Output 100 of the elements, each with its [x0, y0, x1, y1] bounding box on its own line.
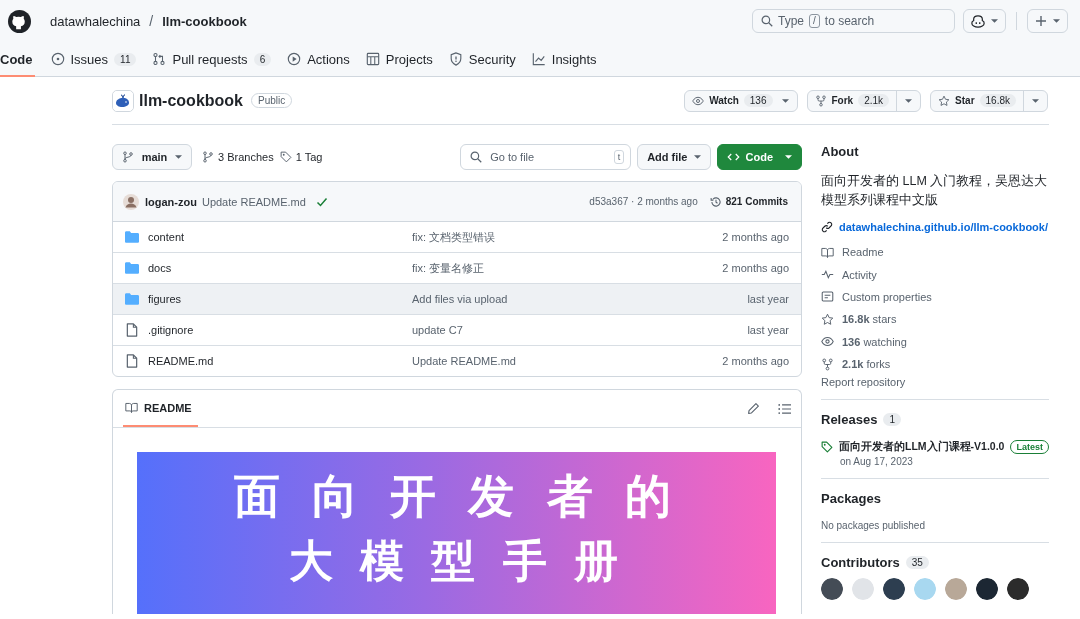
- tags-link[interactable]: 1 Tag: [279, 151, 323, 163]
- file-row[interactable]: .gitignore update C7 last year: [113, 315, 801, 346]
- star-icon: [821, 312, 834, 326]
- caret-icon: [175, 155, 182, 159]
- repo-description: 面向开发者的 LLM 入门教程，吴恩达大模型系列课程中文版: [821, 173, 1049, 209]
- branch-icon: [202, 151, 214, 163]
- create-button[interactable]: [1027, 9, 1068, 33]
- tag-icon: [821, 441, 833, 454]
- caret-icon: [693, 155, 701, 159]
- commit-hash[interactable]: d53a367 · 2 months ago: [589, 196, 698, 207]
- sidebar-link[interactable]: Custom properties: [821, 285, 1049, 309]
- report-link[interactable]: Report repository: [821, 376, 1049, 389]
- commit-author[interactable]: logan-zou: [145, 195, 197, 208]
- count-badge: 136: [743, 94, 773, 107]
- sidebar-link[interactable]: 2.1k forks: [821, 352, 1049, 376]
- search-icon: [761, 15, 773, 27]
- avatar[interactable]: [976, 578, 998, 601]
- commit-message[interactable]: update C7: [412, 324, 748, 336]
- file-icon: [126, 354, 138, 368]
- robot-icon: [971, 14, 985, 28]
- fork-icon: [814, 94, 827, 107]
- file-name[interactable]: content: [148, 231, 412, 243]
- packages-heading[interactable]: Packages: [821, 491, 1049, 507]
- avatar[interactable]: [1007, 578, 1029, 601]
- commit-message[interactable]: Update README.md: [412, 355, 723, 367]
- caret-icon: [785, 155, 792, 159]
- sidebar-link[interactable]: Readme: [821, 241, 1049, 264]
- nav-tab[interactable]: Projects: [365, 42, 433, 76]
- nav-tab[interactable]: Pull requests 6: [152, 42, 272, 76]
- commit-time: last year: [747, 324, 789, 336]
- file-name[interactable]: docs: [148, 262, 412, 274]
- pencil-icon[interactable]: [747, 402, 760, 415]
- sidebar-link[interactable]: 16.8k stars: [821, 308, 1049, 331]
- watch-button[interactable]: Watch 136: [684, 89, 798, 112]
- list-icon[interactable]: [778, 402, 791, 415]
- sidebar-link[interactable]: Activity: [821, 263, 1049, 286]
- add-file-button[interactable]: Add file: [637, 144, 711, 170]
- star-icon: [938, 94, 951, 107]
- releases-heading[interactable]: Releases: [821, 412, 878, 428]
- commits-link[interactable]: 821 Commits: [709, 195, 788, 208]
- commit-message[interactable]: fix: 变量名修正: [412, 260, 723, 276]
- nav-tab[interactable]: Insights: [531, 42, 597, 76]
- caret-icon: [991, 19, 998, 23]
- file-row[interactable]: content fix: 文档类型错误 2 months ago: [113, 222, 801, 253]
- pull-request-icon: [152, 52, 167, 66]
- avatar[interactable]: [821, 578, 843, 601]
- cat-logo-icon[interactable]: [8, 9, 31, 33]
- go-to-file-field[interactable]: Go to file t: [460, 144, 632, 170]
- file-name[interactable]: .gitignore: [148, 324, 412, 336]
- book-icon: [821, 245, 834, 259]
- commit-message[interactable]: fix: 文档类型错误: [412, 229, 723, 245]
- readme-tab[interactable]: README: [123, 390, 198, 427]
- nav-tab[interactable]: Issues 11: [50, 42, 137, 76]
- caret-icon: [1032, 98, 1039, 103]
- star-button[interactable]: Star 16.8k: [930, 89, 1048, 112]
- contributors-heading[interactable]: Contributors: [821, 555, 900, 571]
- tag-icon: [279, 151, 292, 163]
- repo-title[interactable]: llm-cookbook: [139, 91, 243, 110]
- code-icon: [726, 151, 740, 163]
- count-badge: 16.8k: [979, 94, 1016, 107]
- count-badge: 2.1k: [858, 94, 890, 107]
- sidebar-link[interactable]: 136 watching: [821, 330, 1049, 353]
- file-row[interactable]: figures Add files via upload last year: [113, 284, 801, 315]
- count-badge: 35: [905, 556, 929, 570]
- fork-button[interactable]: Fork 2.1k: [806, 89, 922, 112]
- commit-time: 2 months ago: [722, 355, 789, 367]
- branches-link[interactable]: 3 Branches: [202, 151, 274, 163]
- commit-time: 2 months ago: [722, 262, 789, 274]
- note-icon: [821, 290, 834, 304]
- file-name[interactable]: README.md: [148, 355, 412, 367]
- copilot-button[interactable]: [963, 9, 1006, 33]
- folder-icon: [125, 231, 139, 243]
- fork-icon: [821, 357, 834, 371]
- branch-icon: [122, 151, 134, 163]
- repo-link[interactable]: llm-cookbook: [162, 13, 247, 29]
- release-date: on Aug 17, 2023: [840, 456, 914, 468]
- file-row[interactable]: README.md Update README.md 2 months ago: [113, 346, 801, 376]
- issue-icon: [50, 52, 65, 66]
- book-icon: [125, 401, 138, 414]
- banner-title: 大 模 型 手 册: [288, 534, 625, 588]
- commit-message[interactable]: Update README.md: [201, 195, 306, 208]
- website-link[interactable]: datawhalechina.github.io/llm-cookbook/: [821, 221, 1049, 233]
- table-icon: [365, 52, 380, 66]
- search-field[interactable]: Type / to search: [752, 9, 955, 33]
- avatar[interactable]: [883, 578, 905, 601]
- release-link[interactable]: 面向开发者的LLM入门课程-V1.0.0: [839, 440, 1005, 455]
- nav-tab[interactable]: Code: [0, 41, 35, 77]
- search-icon: [470, 151, 483, 163]
- count-badge: 11: [114, 52, 137, 66]
- commit-message[interactable]: Add files via upload: [412, 293, 748, 305]
- branch-button[interactable]: main: [112, 144, 192, 170]
- history-icon: [709, 195, 722, 208]
- path-separator: /: [149, 13, 154, 29]
- count-badge: 6: [253, 52, 272, 66]
- code-button[interactable]: Code: [716, 144, 802, 170]
- owner-link[interactable]: datawhalechina: [50, 13, 141, 29]
- nav-tab[interactable]: Actions: [287, 42, 350, 76]
- plus-icon: [1035, 15, 1047, 27]
- nav-tab[interactable]: Security: [448, 42, 516, 76]
- file-name[interactable]: figures: [148, 293, 412, 305]
